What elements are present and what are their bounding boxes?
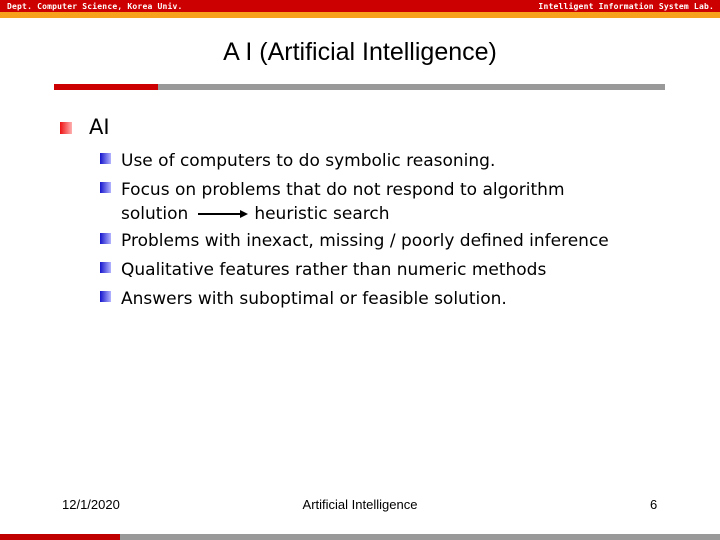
list-item-text: Focus on problems that do not respond to… bbox=[121, 180, 565, 200]
footer-title: Artificial Intelligence bbox=[302, 497, 418, 512]
header-department: Dept. Computer Science, Korea Univ. bbox=[7, 2, 183, 11]
right-arrow-icon bbox=[198, 209, 249, 219]
solution-text: solution bbox=[121, 204, 189, 224]
list-item-text: Problems with inexact, missing / poorly … bbox=[121, 231, 609, 251]
blue-square-bullet-icon bbox=[100, 182, 111, 193]
blue-square-bullet-icon bbox=[100, 262, 111, 273]
red-square-bullet-icon bbox=[60, 122, 72, 134]
list-item-continuation: solution heuristic search bbox=[121, 202, 390, 226]
list-item-text: Qualitative features rather than numeric… bbox=[121, 260, 547, 280]
page-number: 6 bbox=[650, 497, 658, 512]
title-rule-accent bbox=[54, 84, 158, 90]
list-item-text: Answers with suboptimal or feasible solu… bbox=[121, 289, 507, 309]
bullet-level1-label: AI bbox=[89, 115, 110, 139]
blue-square-bullet-icon bbox=[100, 153, 111, 164]
footer-band-red bbox=[0, 534, 120, 540]
list-item-text: Use of computers to do symbolic reasonin… bbox=[121, 151, 496, 171]
blue-square-bullet-icon bbox=[100, 233, 111, 244]
heuristic-search-text: heuristic search bbox=[254, 204, 390, 224]
blue-square-bullet-icon bbox=[100, 291, 111, 302]
header-lab: Intelligent Information System Lab. bbox=[538, 2, 714, 11]
footer-band-gray bbox=[120, 534, 720, 540]
header-band-orange bbox=[0, 12, 720, 18]
title-rule bbox=[158, 84, 665, 90]
slide-title: A I (Artificial Intelligence) bbox=[223, 38, 497, 66]
